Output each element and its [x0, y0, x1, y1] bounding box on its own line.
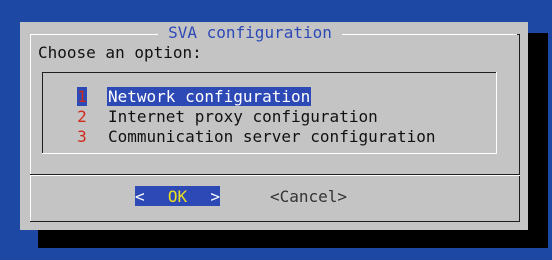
menu-item-label: Communication server configuration: [108, 126, 436, 146]
ok-button-label: OK: [167, 186, 188, 206]
config-dialog: SVA configuration Choose an option: 1 Ne…: [20, 22, 528, 230]
ok-button-left-bracket: <: [135, 186, 145, 206]
frame-line: [519, 34, 520, 222]
dialog-prompt: Choose an option:: [38, 43, 202, 62]
menu-border: [42, 153, 497, 154]
menu-item-key: 3: [77, 126, 87, 146]
menu-border: [42, 72, 497, 73]
menu-border: [42, 72, 43, 154]
menu-item-key: 2: [77, 106, 87, 126]
menu-border: [496, 72, 497, 154]
ok-button-right-bracket: >: [210, 186, 220, 206]
menu-item-label: Network configuration: [107, 86, 312, 106]
menu-list: 1 Network configuration 2 Internet proxy…: [42, 72, 497, 154]
frame-line: [30, 221, 520, 222]
frame-line: [30, 34, 158, 35]
dialog-title: SVA configuration: [168, 23, 332, 42]
menu-item-key: 1: [77, 86, 87, 106]
menu-item-proxy[interactable]: 2 Internet proxy configuration: [77, 106, 379, 126]
button-separator: [30, 175, 520, 176]
ok-button[interactable]: < OK >: [135, 186, 220, 206]
frame-line: [30, 34, 31, 222]
menu-item-communication-server[interactable]: 3 Communication server configuration: [77, 126, 437, 146]
cancel-button[interactable]: <Cancel>: [270, 186, 347, 206]
menu-item-label: Internet proxy configuration: [108, 106, 378, 126]
frame-line: [342, 34, 520, 35]
menu-item-network[interactable]: 1 Network configuration: [77, 86, 312, 106]
